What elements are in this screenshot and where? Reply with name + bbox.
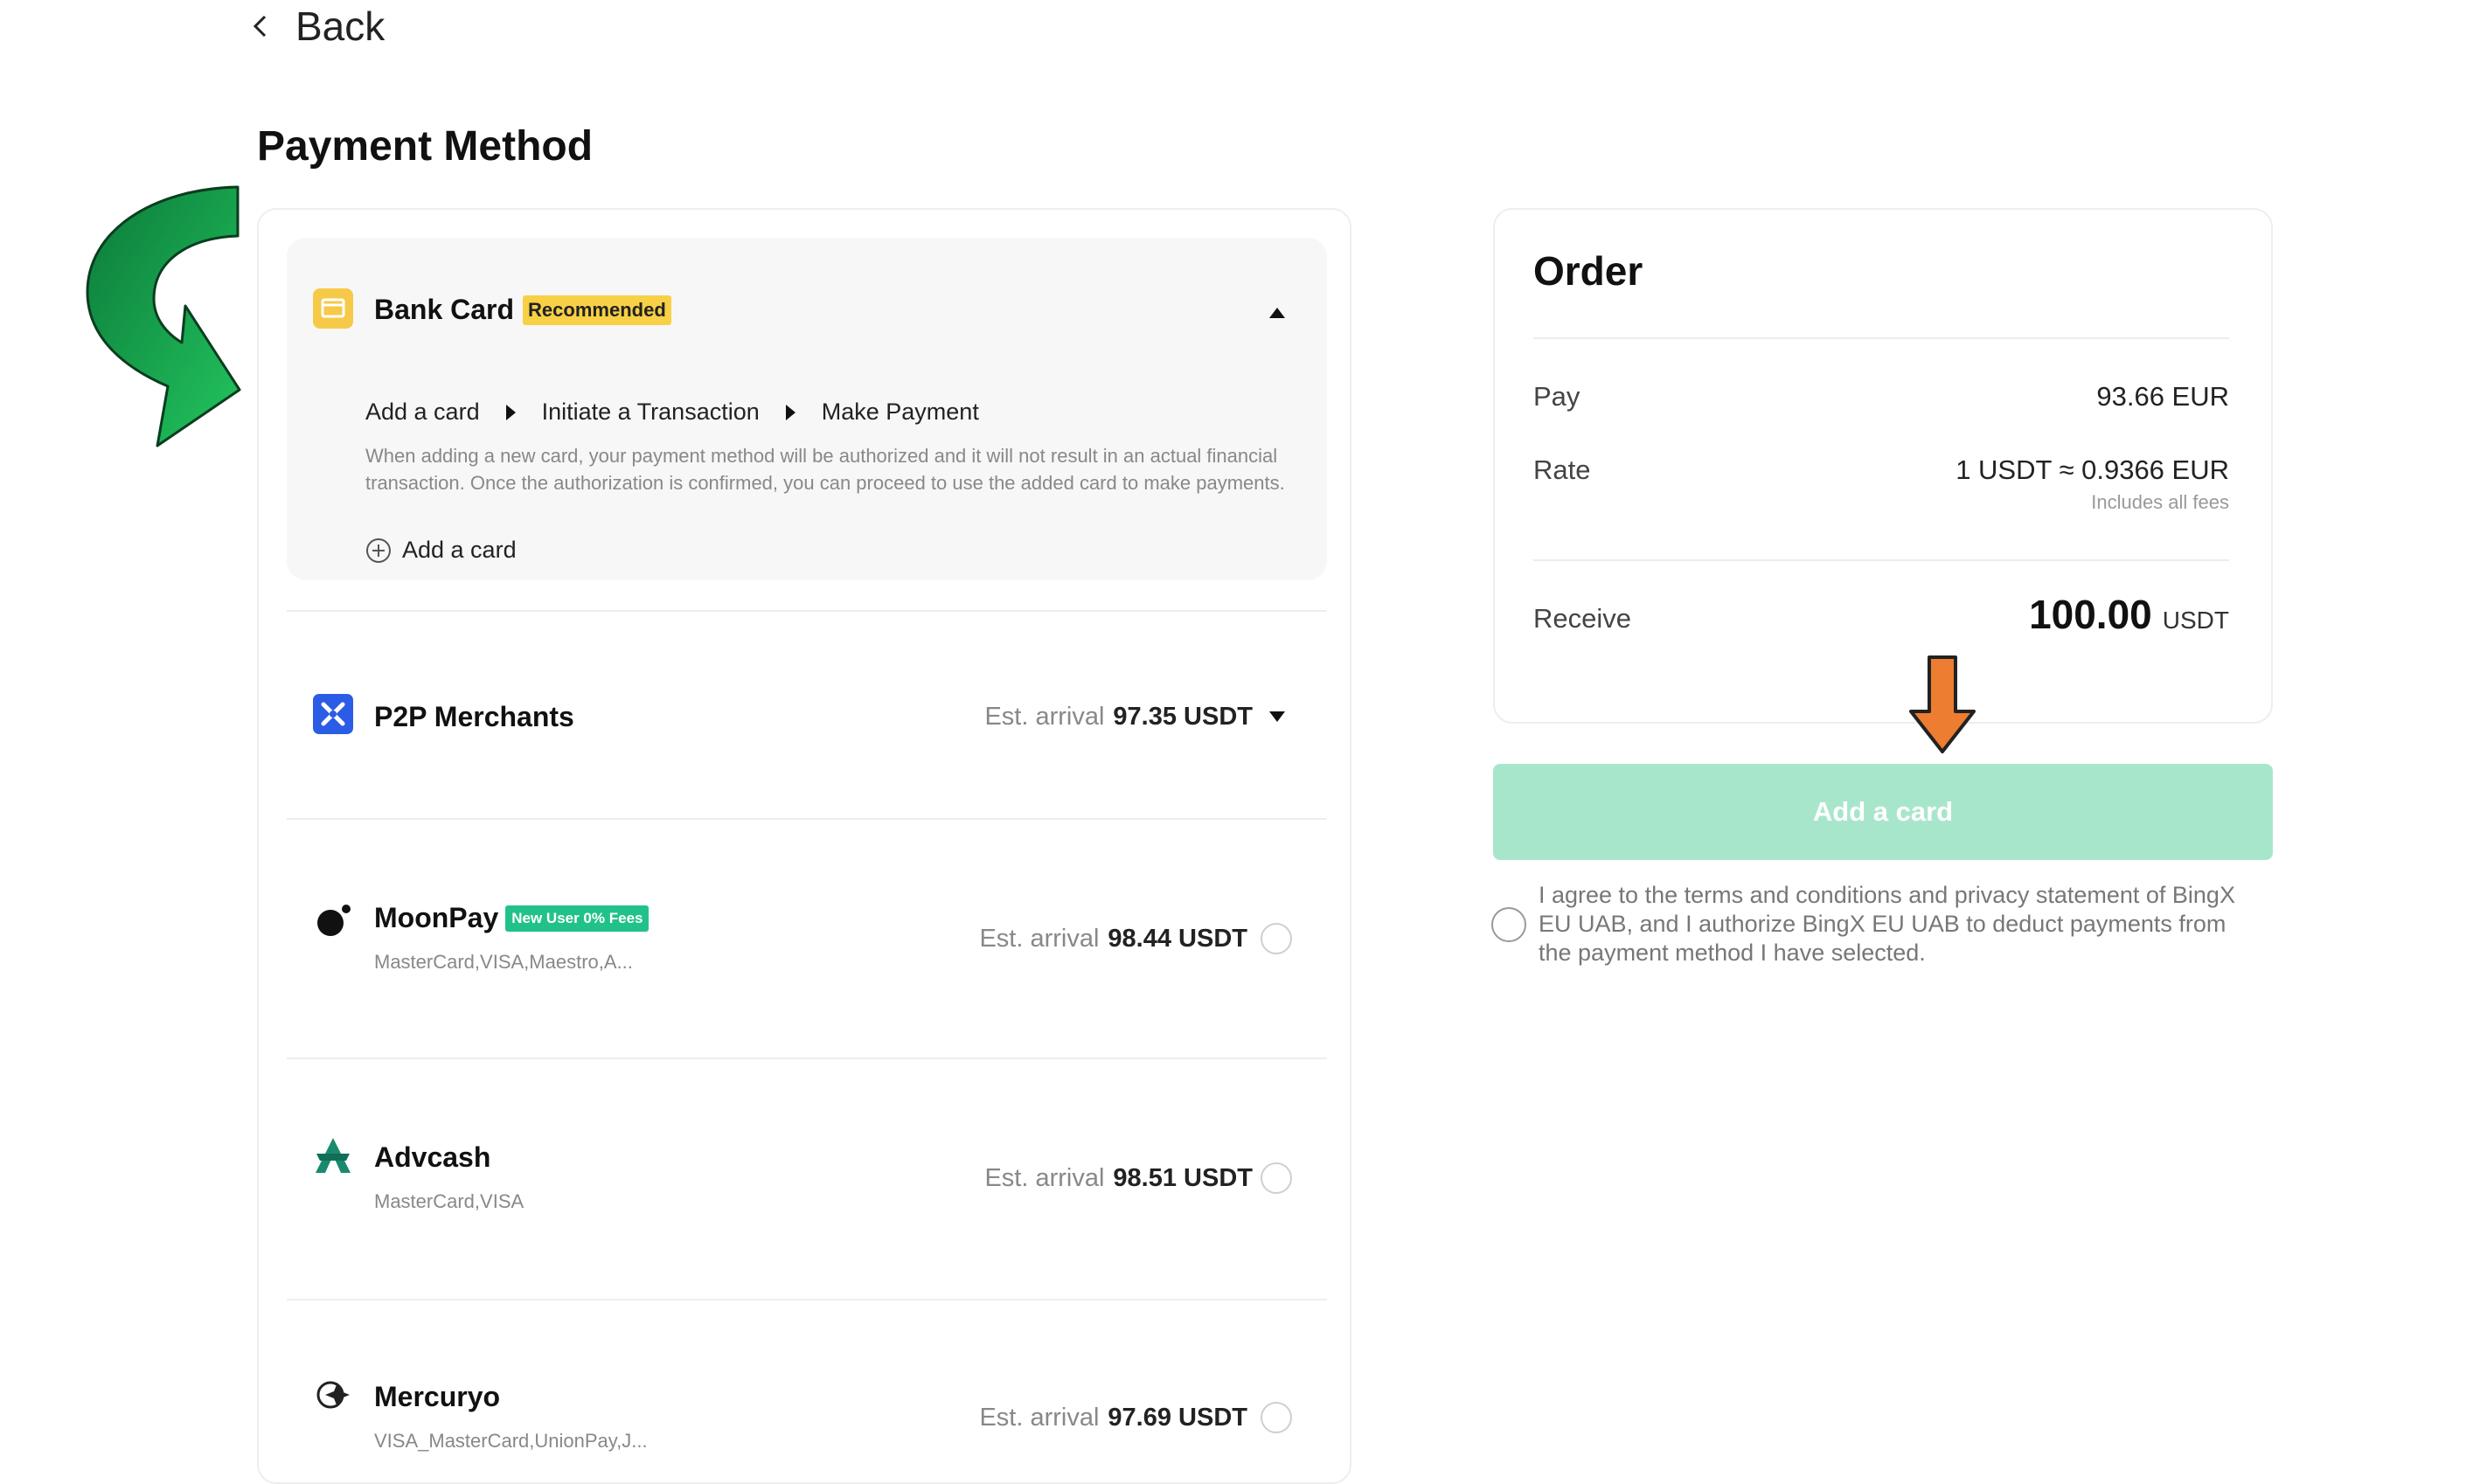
est-label: Est. arrival [984,1164,1105,1192]
order-divider [1533,559,2229,561]
add-card-link-label: Add a card [402,537,517,563]
moonpay-icon [313,900,353,940]
est-value: 98.44 USDT [1108,925,1247,953]
est-value: 97.35 USDT [1113,703,1253,731]
est-label: Est. arrival [984,703,1105,731]
receive-value: 100.00 USDT [2029,591,2229,638]
method-subtitle-moonpay: MasterCard,VISA,Maestro,A... [374,951,633,973]
pay-label: Pay [1533,381,1580,412]
down-arrow-annotation [1909,655,1976,753]
radio-moonpay[interactable] [1261,923,1292,954]
agreement-text: I agree to the terms and conditions and … [1539,882,2235,966]
bank-card-icon [313,288,353,329]
p2p-icon [313,694,353,734]
plus-circle-icon [366,537,391,563]
method-subtitle-advcash: MasterCard,VISA [374,1190,524,1212]
step-arrow-icon [785,404,795,420]
step-initiate-transaction: Initiate a Transaction [541,399,760,425]
method-name-p2p: P2P Merchants [374,701,574,732]
order-title: Order [1533,248,1643,294]
caret-down-icon[interactable] [1268,710,1287,724]
est-arrival-moonpay: Est. arrival 98.44 USDT [979,925,1247,954]
method-name-moonpay: MoonPay [374,902,499,933]
curved-arrow-annotation [86,185,241,447]
rate-note: Includes all fees [2091,491,2229,513]
back-link[interactable]: Back [250,0,385,52]
caret-up-icon[interactable] [1268,306,1287,320]
est-value: 98.51 USDT [1113,1164,1253,1192]
receive-amount: 100.00 [2029,592,2152,637]
back-label: Back [295,3,386,49]
add-card-button[interactable]: Add a card [1493,764,2273,860]
order-divider [1533,337,2229,339]
pay-value: 93.66 EUR [2096,381,2229,412]
bank-card-steps: Add a card Initiate a Transaction Make P… [365,399,979,426]
receive-unit: USDT [2162,607,2229,634]
new-user-badge: New User 0% Fees [505,905,650,932]
step-arrow-icon [505,404,516,420]
method-name-mercuryo: Mercuryo [374,1381,501,1412]
est-arrival-mercuryo: Est. arrival 97.69 USDT [979,1404,1247,1432]
radio-advcash[interactable] [1261,1162,1292,1194]
est-label: Est. arrival [979,1404,1100,1432]
est-label: Est. arrival [979,925,1100,953]
receive-label: Receive [1533,603,1631,634]
radio-mercuryo[interactable] [1261,1402,1292,1433]
method-name-advcash: Advcash [374,1141,491,1173]
step-add-card: Add a card [365,399,480,425]
mercuryo-icon [313,1376,353,1416]
rate-label: Rate [1533,454,1591,485]
add-card-link[interactable]: Add a card [365,537,517,564]
bank-card-description: When adding a new card, your payment met… [365,445,1285,494]
est-arrival-p2p: Est. arrival 97.35 USDT [984,703,1253,732]
agree-checkbox[interactable] [1491,907,1526,942]
recommended-badge: Recommended [523,295,671,325]
est-value: 97.69 USDT [1108,1404,1247,1432]
step-make-payment: Make Payment [821,399,979,425]
advcash-icon [313,1136,353,1176]
bank-card-name: Bank Card [374,294,515,325]
chevron-left-icon [253,15,267,38]
est-arrival-advcash: Est. arrival 98.51 USDT [984,1164,1253,1193]
method-subtitle-mercuryo: VISA_MasterCard,UnionPay,J... [374,1430,648,1452]
page-title: Payment Method [257,123,594,170]
rate-value: 1 USDT ≈ 0.9366 EUR [1956,454,2229,485]
